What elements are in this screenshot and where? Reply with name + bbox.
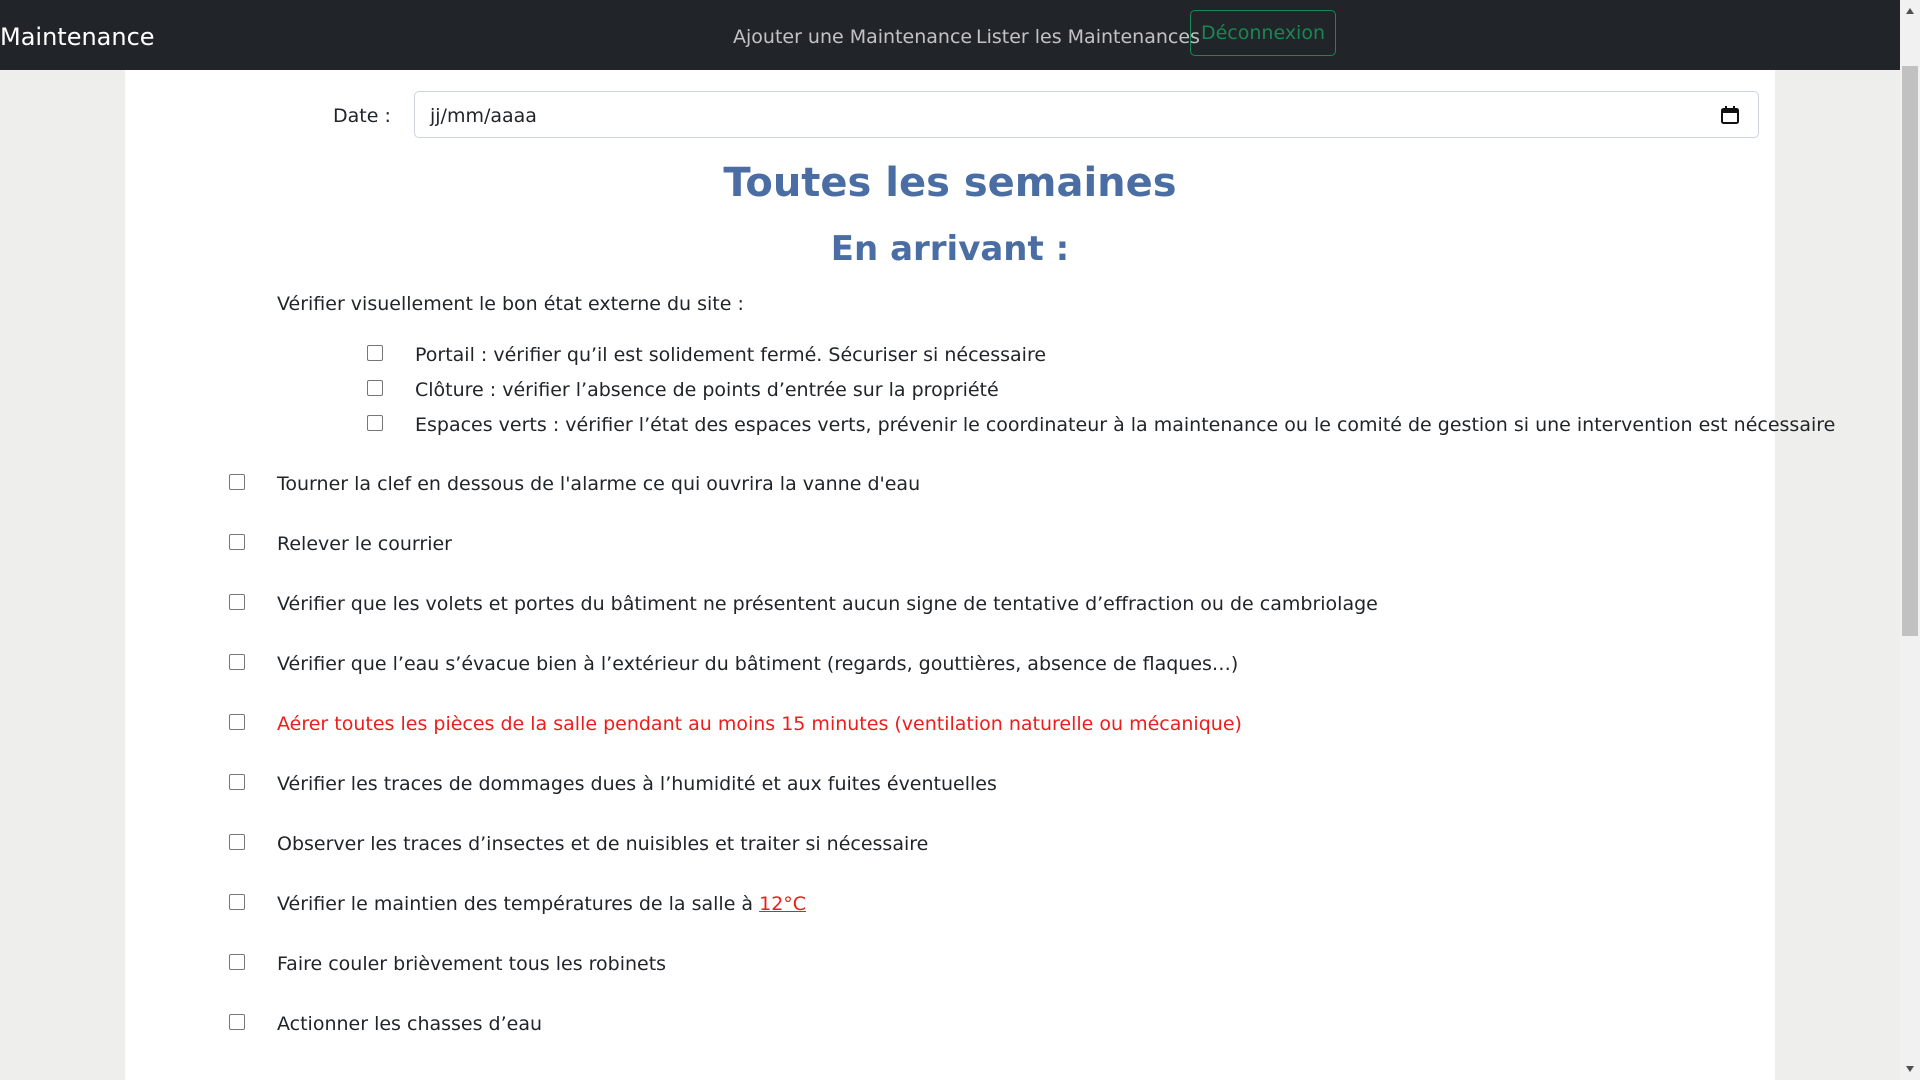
nav-list-maintenances[interactable]: Lister les Maintenances	[976, 24, 1200, 50]
checklist-item: Vérifier les traces de dommages dues à l…	[0, 771, 1900, 801]
checklist-item: Actionner les chasses d’eau	[0, 1011, 1900, 1041]
checklist-label: Portail : vérifier qu’il est solidement …	[415, 344, 1047, 366]
section-subtitle: En arrivant :	[830, 229, 1070, 269]
brand-title[interactable]: Maintenance	[0, 22, 155, 52]
checkbox[interactable]	[229, 714, 245, 730]
checklist-label: Observer les traces d’insectes et de nui…	[277, 833, 929, 855]
checklist-label: Tourner la clef en dessous de l'alarme c…	[277, 473, 921, 495]
checkbox[interactable]	[229, 534, 245, 550]
checkbox[interactable]	[229, 594, 245, 610]
checklist-item: Vérifier que l’eau s’évacue bien à l’ext…	[0, 651, 1900, 681]
checklist-label: Actionner les chasses d’eau	[277, 1013, 543, 1035]
scroll-down-icon[interactable]	[1906, 1066, 1914, 1072]
checklist-item: Faire couler brièvement tous les robinet…	[0, 951, 1900, 981]
checkbox[interactable]	[229, 1014, 245, 1030]
checkbox[interactable]	[229, 894, 245, 910]
calendar-icon[interactable]	[1720, 105, 1740, 125]
intro-text: Vérifier visuellement le bon état extern…	[277, 293, 744, 315]
scroll-up-icon[interactable]	[1906, 8, 1914, 14]
checklist-label: Vérifier que l’eau s’évacue bien à l’ext…	[277, 653, 1239, 675]
checkbox[interactable]	[229, 474, 245, 490]
date-placeholder: jj/mm/aaaa	[430, 105, 537, 127]
top-navbar: Maintenance Ajouter une Maintenance List…	[0, 0, 1900, 70]
temperature-link[interactable]: 12°C	[759, 893, 806, 915]
checklist-item: Relever le courrier	[0, 531, 1900, 561]
checklist-label: Relever le courrier	[277, 533, 452, 555]
checklist-label: Clôture : vérifier l’absence de points d…	[415, 379, 999, 401]
scroll-thumb[interactable]	[1902, 66, 1918, 636]
nav-add-maintenance[interactable]: Ajouter une Maintenance	[733, 24, 972, 50]
checklist-label-alert: Aérer toutes les pièces de la salle pend…	[277, 713, 1242, 735]
sub-checklist-item: Clôture : vérifier l’absence de points d…	[0, 377, 1900, 407]
checklist-label: Faire couler brièvement tous les robinet…	[277, 953, 667, 975]
sub-checklist-item: Portail : vérifier qu’il est solidement …	[0, 342, 1900, 372]
checkbox[interactable]	[229, 774, 245, 790]
date-label: Date :	[333, 105, 391, 127]
checklist-label: Vérifier le maintien des températures de…	[277, 893, 760, 915]
page-scrollbar[interactable]	[1900, 0, 1920, 1080]
sub-checklist-item: Espaces verts : vérifier l’état des espa…	[0, 412, 1900, 442]
checklist-item: Aérer toutes les pièces de la salle pend…	[0, 711, 1900, 741]
date-input[interactable]: jj/mm/aaaa	[414, 91, 1759, 138]
checklist-item: Tourner la clef en dessous de l'alarme c…	[0, 471, 1900, 501]
form-card	[125, 70, 1775, 1080]
checkbox[interactable]	[229, 654, 245, 670]
checklist-item: Vérifier le maintien des températures de…	[0, 891, 1900, 921]
checkbox[interactable]	[229, 834, 245, 850]
checklist-item: Vérifier que les volets et portes du bât…	[0, 591, 1900, 621]
checklist-item: Observer les traces d’insectes et de nui…	[0, 831, 1900, 861]
checklist-label: Vérifier que les volets et portes du bât…	[277, 593, 1378, 615]
checklist-label-with-link: Vérifier le maintien des températures de…	[277, 891, 806, 917]
section-title: Toutes les semaines	[723, 160, 1177, 206]
checkbox[interactable]	[367, 345, 383, 361]
checkbox[interactable]	[367, 380, 383, 396]
checklist-label: Espaces verts : vérifier l’état des espa…	[415, 414, 1836, 436]
checkbox[interactable]	[229, 954, 245, 970]
checkbox[interactable]	[367, 415, 383, 431]
logout-button[interactable]: Déconnexion	[1190, 10, 1336, 56]
checklist-label: Vérifier les traces de dommages dues à l…	[277, 773, 997, 795]
